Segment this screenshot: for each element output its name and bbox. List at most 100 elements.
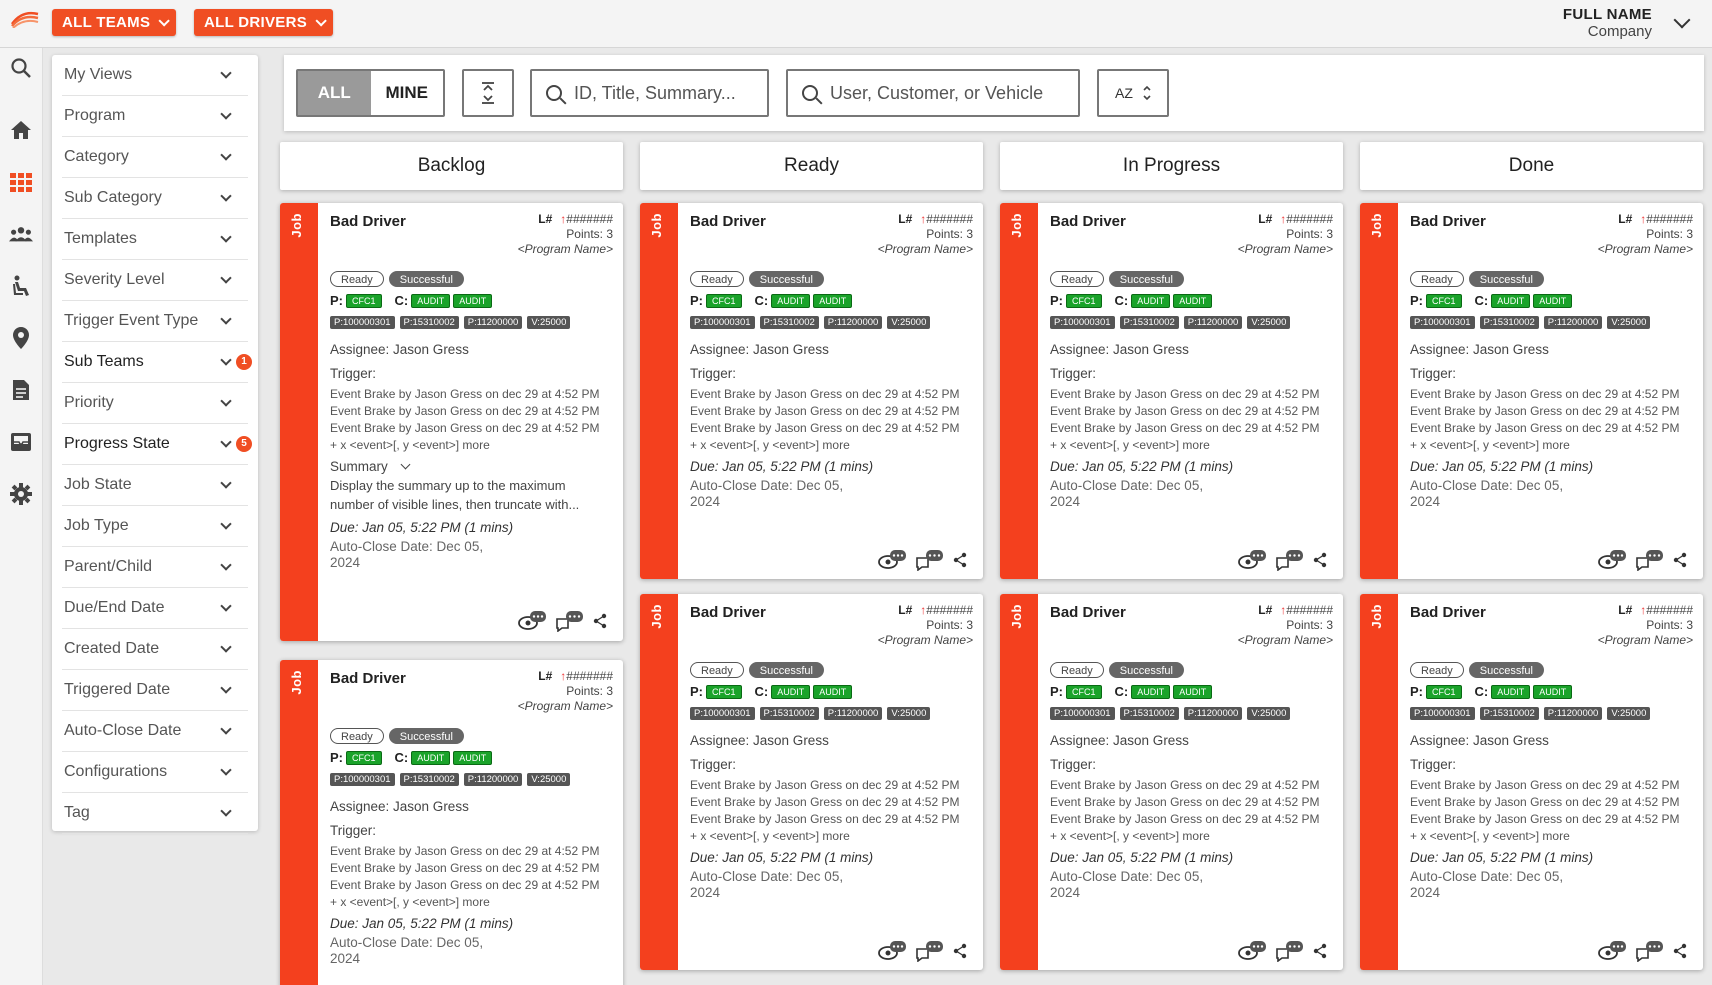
share-icon[interactable] xyxy=(1673,943,1687,959)
card-title[interactable]: Bad Driver xyxy=(690,604,766,621)
job-card[interactable]: Job Bad Driver L# ↑####### Points: 3 <Program… xyxy=(1360,594,1703,970)
filter-trigger-event-type[interactable]: Trigger Event Type xyxy=(62,301,248,342)
document-icon[interactable] xyxy=(9,378,33,402)
filter-my-views[interactable]: My Views xyxy=(62,55,248,96)
team-icon[interactable] xyxy=(9,222,33,246)
c-label: C: xyxy=(1114,684,1129,699)
card-content: Bad Driver L# ↑####### Points: 3 <Program Na… xyxy=(1050,594,1333,970)
share-icon[interactable] xyxy=(593,613,607,629)
filter-job-type[interactable]: Job Type xyxy=(62,506,248,547)
filter-configurations[interactable]: Configurations xyxy=(62,752,248,793)
filter-auto-close-date[interactable]: Auto-Close Date xyxy=(62,711,248,752)
watch-icon[interactable] xyxy=(1597,549,1627,571)
grid-icon[interactable] xyxy=(9,170,33,194)
gear-icon[interactable] xyxy=(9,482,33,506)
share-icon[interactable] xyxy=(953,943,967,959)
filter-job-state[interactable]: Job State xyxy=(62,465,248,506)
seat-icon[interactable] xyxy=(9,274,33,298)
chevron-down-icon xyxy=(220,723,232,735)
chevron-down-icon xyxy=(220,395,232,407)
mine-toggle-button[interactable]: MINE xyxy=(370,71,443,115)
filter-tag[interactable]: Tag xyxy=(62,793,248,834)
card-title[interactable]: Bad Driver xyxy=(1050,604,1126,621)
filter-due-end-date[interactable]: Due/End Date xyxy=(62,588,248,629)
card-title[interactable]: Bad Driver xyxy=(690,213,766,230)
filter-created-date[interactable]: Created Date xyxy=(62,629,248,670)
filter-label: Auto-Close Date xyxy=(64,722,182,739)
column-header-ready[interactable]: Ready xyxy=(640,142,983,190)
job-card[interactable]: Job Bad Driver L# ↑####### Points: 3 <Program… xyxy=(1360,203,1703,579)
collapse-expand-button[interactable] xyxy=(462,69,514,117)
card-title[interactable]: Bad Driver xyxy=(1410,213,1486,230)
user-menu-chevron-icon[interactable] xyxy=(1673,11,1691,29)
filter-label: Job Type xyxy=(64,517,129,534)
job-card[interactable]: Job Bad Driver L# ↑####### Points: 3 <Program… xyxy=(280,203,623,641)
watch-icon[interactable] xyxy=(1597,940,1627,962)
share-icon[interactable] xyxy=(1673,552,1687,568)
more-events-link[interactable]: + x <event>[, y <event>] more xyxy=(1410,829,1680,844)
more-events-link[interactable]: + x <event>[, y <event>] more xyxy=(330,895,600,910)
card-title[interactable]: Bad Driver xyxy=(1410,604,1486,621)
trigger-event: Event Brake by Jason Gress on dec 29 at … xyxy=(1410,404,1680,418)
watch-icon[interactable] xyxy=(1237,940,1267,962)
filter-progress-state[interactable]: Progress State 5 xyxy=(62,424,252,465)
watch-icon[interactable] xyxy=(1237,549,1267,571)
customer-tag: AUDIT xyxy=(453,293,493,308)
job-card[interactable]: Job Bad Driver L# ↑####### Points: 3 <Program… xyxy=(280,660,623,985)
more-events-link[interactable]: + x <event>[, y <event>] more xyxy=(1410,438,1680,453)
card-title[interactable]: Bad Driver xyxy=(330,670,406,687)
job-card[interactable]: Job Bad Driver L# ↑####### Points: 3 <Program… xyxy=(1000,203,1343,579)
comment-icon[interactable] xyxy=(1275,940,1305,962)
all-toggle-button[interactable]: ALL xyxy=(298,71,371,115)
filter-category[interactable]: Category xyxy=(62,137,248,178)
filter-sub-teams[interactable]: Sub Teams 1 xyxy=(62,342,252,383)
filter-priority[interactable]: Priority xyxy=(62,383,248,424)
all-drivers-dropdown[interactable]: ALL DRIVERS xyxy=(194,9,334,36)
comment-icon[interactable] xyxy=(1635,549,1665,571)
column-header-in-progress[interactable]: In Progress xyxy=(1000,142,1343,190)
comment-icon[interactable] xyxy=(1275,549,1305,571)
user-customer-vehicle-search-field[interactable]: User, Customer, or Vehicle xyxy=(786,69,1080,117)
comment-icon[interactable] xyxy=(915,940,945,962)
more-events-link[interactable]: + x <event>[, y <event>] more xyxy=(330,438,600,453)
more-events-link[interactable]: + x <event>[, y <event>] more xyxy=(690,438,960,453)
job-card[interactable]: Job Bad Driver L# ↑####### Points: 3 <Program… xyxy=(640,203,983,579)
more-events-link[interactable]: + x <event>[, y <event>] more xyxy=(1050,438,1320,453)
share-icon[interactable] xyxy=(1313,552,1327,568)
search-icon[interactable] xyxy=(9,56,33,80)
filter-parent-child[interactable]: Parent/Child xyxy=(62,547,248,588)
brand-logo-icon[interactable] xyxy=(10,8,40,28)
home-icon[interactable] xyxy=(9,118,33,142)
filter-program[interactable]: Program xyxy=(62,96,248,137)
job-card[interactable]: Job Bad Driver L# ↑####### Points: 3 <Program… xyxy=(1000,594,1343,970)
more-events-link[interactable]: + x <event>[, y <event>] more xyxy=(1050,829,1320,844)
user-menu[interactable]: FULL NAME Company xyxy=(1563,6,1652,40)
all-teams-dropdown[interactable]: ALL TEAMS xyxy=(52,9,177,36)
card-actions xyxy=(1237,940,1327,962)
more-events-link[interactable]: + x <event>[, y <event>] more xyxy=(690,829,960,844)
sort-button[interactable]: AZ xyxy=(1097,69,1169,117)
share-icon[interactable] xyxy=(1313,943,1327,959)
card-title[interactable]: Bad Driver xyxy=(330,213,406,230)
watch-icon[interactable] xyxy=(877,940,907,962)
column-header-done[interactable]: Done xyxy=(1360,142,1703,190)
comment-icon[interactable] xyxy=(555,610,585,632)
filter-templates[interactable]: Templates xyxy=(62,219,248,260)
column-header-backlog[interactable]: Backlog xyxy=(280,142,623,190)
summary-toggle[interactable]: Summary xyxy=(330,459,600,474)
comment-icon[interactable] xyxy=(1635,940,1665,962)
card-title[interactable]: Bad Driver xyxy=(1050,213,1126,230)
job-card[interactable]: Job Bad Driver L# ↑####### Points: 3 <Program… xyxy=(640,594,983,970)
share-icon[interactable] xyxy=(953,552,967,568)
status-chips: Ready Successful xyxy=(1410,271,1544,287)
filter-severity-level[interactable]: Severity Level xyxy=(62,260,248,301)
filter-triggered-date[interactable]: Triggered Date xyxy=(62,670,248,711)
comment-icon[interactable] xyxy=(915,549,945,571)
watch-icon[interactable] xyxy=(517,610,547,632)
watch-icon[interactable] xyxy=(877,549,907,571)
filter-sub-category[interactable]: Sub Category xyxy=(62,178,248,219)
location-pin-icon[interactable] xyxy=(9,326,33,350)
chevron-down-icon xyxy=(220,805,232,817)
id-title-search-field[interactable]: ID, Title, Summary... xyxy=(530,69,769,117)
archive-icon[interactable] xyxy=(9,430,33,454)
